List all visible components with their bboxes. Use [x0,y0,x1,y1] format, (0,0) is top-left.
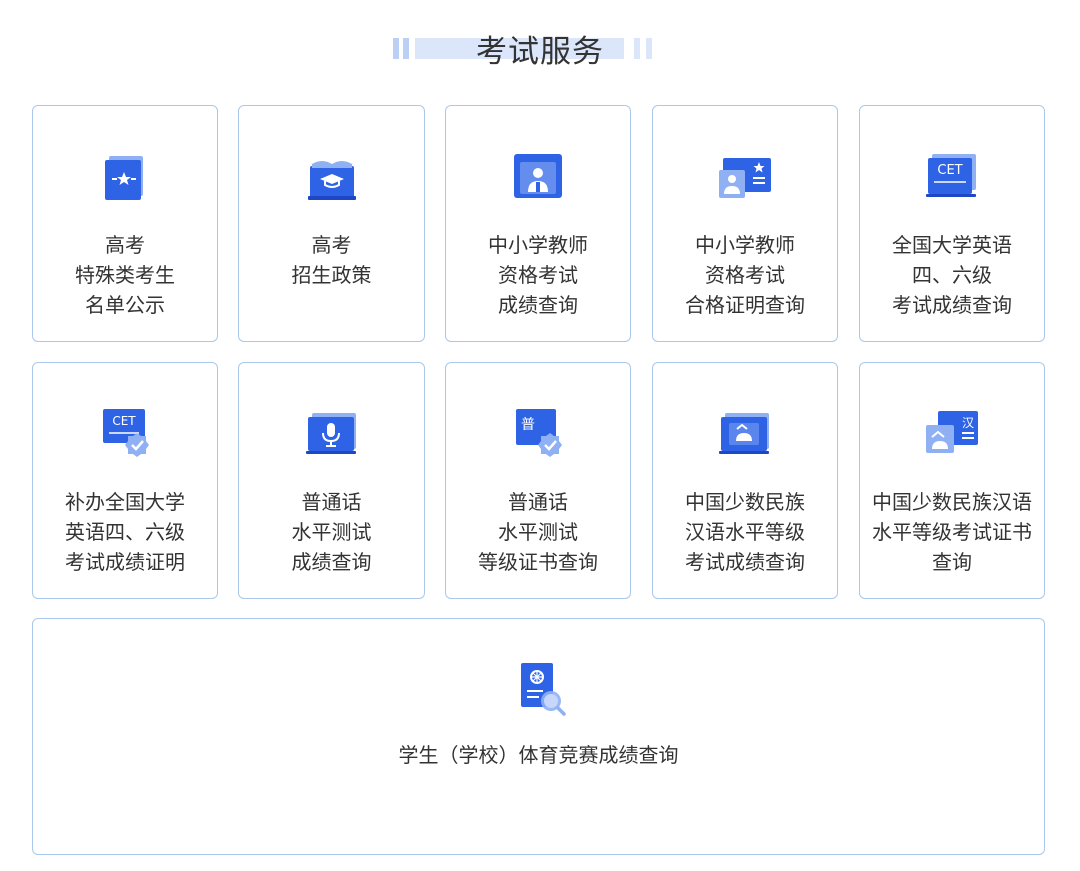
card-label: 学生（学校）体育竞赛成绩查询 [398,743,679,767]
minority-exam-icon [713,401,777,465]
svg-text:汉: 汉 [962,416,974,430]
card-student-sports-score[interactable]: 学生（学校）体育竞赛成绩查询 [32,618,1045,855]
card-teacher-qualification-score[interactable]: 中小学教师 资格考试 成绩查询 [445,105,631,342]
mandarin-verified-icon: 普 [506,401,570,465]
svg-text:CET: CET [112,414,136,428]
card-cet-certificate-reissue[interactable]: CET 补办全国大学 英语四、六级 考试成绩证明 [32,362,218,599]
card-teacher-qualification-certificate[interactable]: 中小学教师 资格考试 合格证明查询 [652,105,838,342]
section-header: 考试服务 [0,22,1080,72]
card-label: 高考 招生政策 [291,233,372,287]
card-minority-chinese-certificate[interactable]: 汉 中国少数民族汉语 水平等级考试证书 查询 [859,362,1045,599]
card-label: 补办全国大学 英语四、六级 考试成绩证明 [65,490,185,574]
card-label: 普通话 水平测试 等级证书查询 [478,490,598,574]
card-mandarin-score[interactable]: 普通话 水平测试 成绩查询 [238,362,425,599]
cet-verified-icon: CET [93,401,157,465]
teacher-id-icon [506,144,570,208]
microphone-icon [300,401,364,465]
card-label: 全国大学英语 四、六级 考试成绩查询 [892,233,1012,317]
card-mandarin-certificate[interactable]: 普 普通话 水平测试 等级证书查询 [445,362,631,599]
page-title: 考试服务 [476,34,604,70]
cet-icon: CET [920,144,984,208]
sports-search-icon [507,657,571,721]
star-badge-icon [93,144,157,208]
card-cet-score[interactable]: CET 全国大学英语 四、六级 考试成绩查询 [859,105,1045,342]
svg-text:CET: CET [937,163,962,178]
hanyu-certificate-icon: 汉 [920,401,984,465]
card-label: 中小学教师 资格考试 成绩查询 [488,233,588,317]
card-label: 普通话 水平测试 成绩查询 [291,490,372,574]
card-label: 中国少数民族汉语 水平等级考试证书 查询 [872,490,1032,574]
exam-services-page: 考试服务 高考 特殊类考生 名单公示 高考 招生政策 中小学教师 资格考试 成绩… [0,0,1080,871]
card-label: 中国少数民族 汉语水平等级 考试成绩查询 [685,490,805,574]
card-minority-chinese-score[interactable]: 中国少数民族 汉语水平等级 考试成绩查询 [652,362,838,599]
graduation-book-icon [300,144,364,208]
card-label: 中小学教师 资格考试 合格证明查询 [685,233,805,317]
card-gaokao-admission-policy[interactable]: 高考 招生政策 [238,105,425,342]
card-label: 高考 特殊类考生 名单公示 [75,233,175,317]
svg-text:普: 普 [521,417,535,433]
card-gaokao-special-list[interactable]: 高考 特殊类考生 名单公示 [32,105,218,342]
certificate-id-icon [713,144,777,208]
